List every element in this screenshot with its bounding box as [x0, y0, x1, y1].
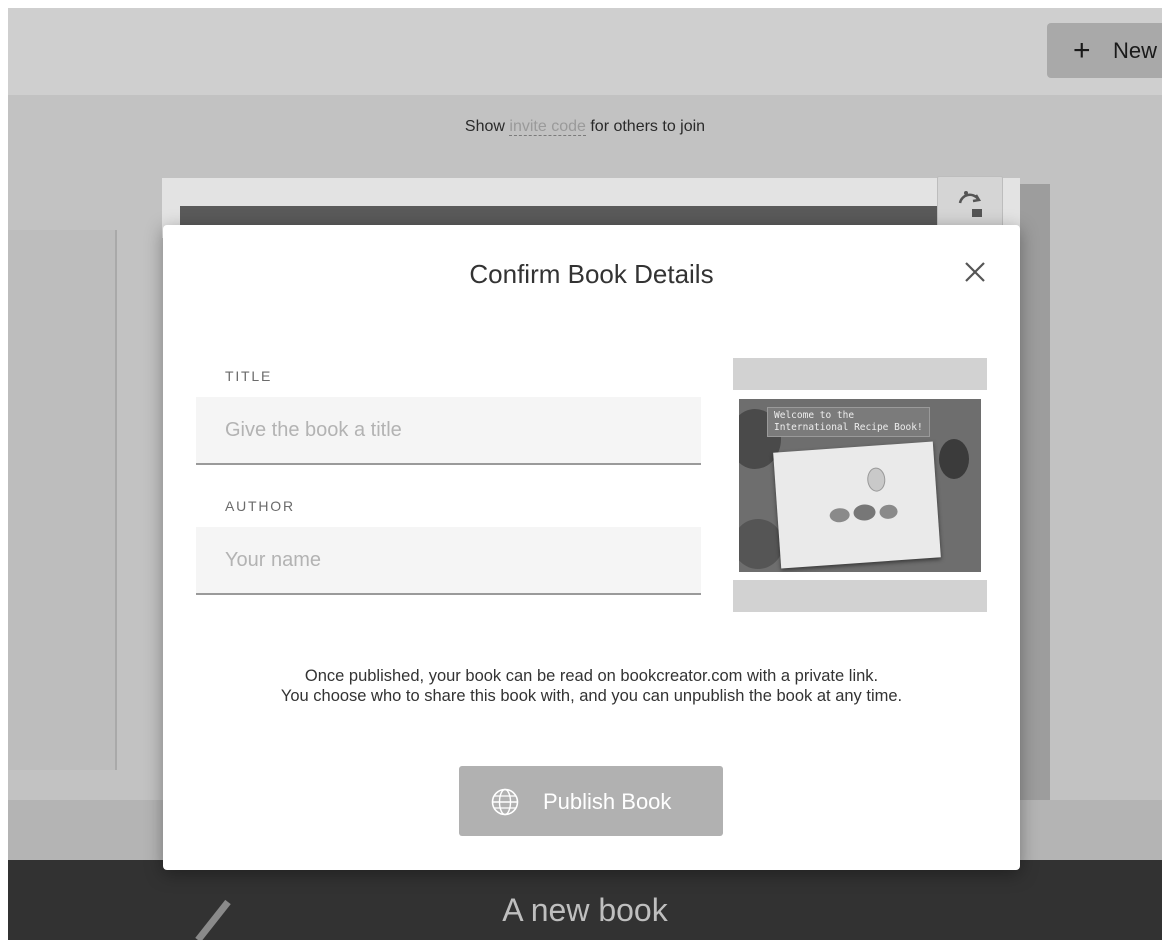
invite-line: Show invite code for others to join — [8, 118, 1162, 136]
cover-image: Welcome to the International Recipe Book… — [739, 399, 981, 572]
dialog-title: Confirm Book Details — [469, 259, 714, 289]
invite-code-link[interactable]: invite code — [509, 118, 586, 136]
author-input[interactable] — [196, 527, 701, 595]
book-name[interactable]: A new book — [8, 892, 1162, 929]
publish-button-label: Publish Book — [543, 789, 672, 814]
new-button-label: New — [1113, 38, 1158, 63]
publish-book-button[interactable]: Publish Book — [459, 766, 723, 836]
disclaimer-line-2: You choose who to share this book with, … — [280, 687, 903, 705]
author-label: AUTHOR — [225, 498, 295, 514]
close-icon — [965, 262, 985, 282]
title-input[interactable] — [196, 397, 701, 465]
top-bar: + New — [8, 8, 1162, 95]
cover-preview: Welcome to the International Recipe Book… — [733, 358, 987, 612]
invite-prefix: Show — [464, 118, 505, 135]
invite-suffix: for others to join — [590, 118, 706, 135]
bottom-bar: A new book — [8, 860, 1162, 940]
globe-icon — [491, 788, 519, 816]
close-button[interactable] — [959, 256, 991, 288]
new-book-button[interactable]: + New — [1047, 23, 1162, 78]
title-label: TITLE — [225, 368, 273, 384]
cover-caption: Welcome to the International Recipe Book… — [767, 407, 930, 437]
publish-disclaimer: Once published, your book can be read on… — [163, 666, 1020, 706]
cover-top-bar — [733, 358, 987, 390]
cover-plate — [773, 441, 941, 569]
confirm-book-details-dialog: Confirm Book Details TITLE AUTHOR Welcom… — [163, 225, 1020, 870]
plus-icon: + — [1073, 34, 1091, 67]
rotate-icon — [958, 191, 982, 217]
previous-page — [8, 230, 117, 770]
disclaimer-line-1: Once published, your book can be read on… — [304, 667, 879, 685]
cover-bottom-bar — [733, 580, 987, 612]
pencil-icon[interactable] — [194, 884, 234, 940]
book-shadow — [1020, 184, 1050, 854]
